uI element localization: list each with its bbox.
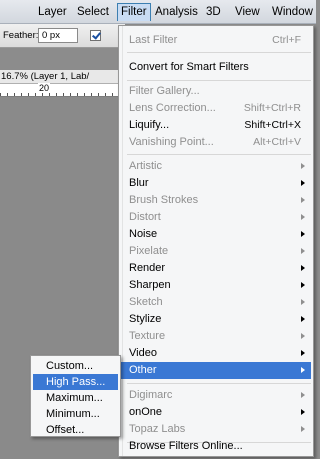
menu-item-label: Pixelate — [129, 245, 169, 257]
menu-item-onone[interactable]: onOne — [121, 404, 311, 421]
menu-item-label: Artistic — [129, 160, 162, 172]
menu-item-sketch: Sketch — [121, 294, 311, 311]
menu-item-distort: Distort — [121, 209, 311, 226]
menu-3d[interactable]: 3D — [206, 3, 221, 21]
submenu-item-high-pass[interactable]: High Pass... — [33, 374, 118, 390]
menu-item-liquify[interactable]: Liquify... Shift+Ctrl+X — [121, 117, 311, 134]
submenu-arrow-icon — [301, 333, 305, 339]
separator — [127, 52, 311, 53]
shortcut-label: Shift+Ctrl+R — [243, 102, 301, 114]
horizontal-ruler: 20 — [0, 83, 125, 97]
separator — [127, 154, 311, 155]
submenu-arrow-icon — [301, 231, 305, 237]
menu-item-artistic: Artistic — [121, 158, 311, 175]
menu-window[interactable]: Window — [272, 3, 313, 21]
menu-item-label: Sharpen — [129, 279, 171, 291]
menu-item-noise[interactable]: Noise — [121, 226, 311, 243]
menu-item-last-filter: Last Filter Ctrl+F — [121, 32, 311, 49]
menu-item-label: Render — [129, 262, 166, 274]
menu-item-label: Texture — [129, 330, 166, 342]
menu-item-label: Last Filter — [129, 34, 178, 46]
submenu-arrow-icon — [301, 265, 305, 271]
menu-item-label: Stylize — [129, 313, 162, 325]
menu-item-label: Brush Strokes — [129, 194, 199, 206]
menu-item-label: Video — [129, 347, 157, 359]
menu-item-topaz-labs: Topaz Labs — [121, 421, 311, 438]
menu-item-convert-smart-filters[interactable]: Convert for Smart Filters — [121, 59, 311, 76]
menu-item-texture: Texture — [121, 328, 311, 345]
menu-item-filter-gallery: Filter Gallery... — [129, 85, 200, 97]
submenu-arrow-icon — [301, 316, 305, 322]
shortcut-label: Alt+Ctrl+V — [253, 136, 301, 148]
shortcut-label: Shift+Ctrl+X — [244, 119, 301, 131]
menu-filter[interactable]: Filter — [117, 3, 151, 21]
document-tab-title: 16.7% (Layer 1, Lab/ — [1, 71, 90, 82]
submenu-arrow-icon — [301, 214, 305, 220]
menu-analysis[interactable]: Analysis — [155, 3, 198, 21]
separator — [127, 383, 311, 384]
menu-item-stylize[interactable]: Stylize — [121, 311, 311, 328]
menu-item-label: Sketch — [129, 296, 163, 308]
anti-alias-checkbox[interactable] — [90, 30, 101, 41]
other-submenu: Custom... High Pass... Maximum... Minimu… — [30, 355, 121, 437]
submenu-arrow-icon — [301, 282, 305, 288]
menu-item-pixelate: Pixelate — [121, 243, 311, 260]
submenu-arrow-icon — [301, 163, 305, 169]
shortcut-label: Ctrl+F — [272, 34, 301, 46]
menu-item-label: Digimarc — [129, 389, 173, 401]
menu-item-digimarc: Digimarc — [121, 387, 311, 404]
menu-select[interactable]: Select — [77, 3, 109, 21]
submenu-arrow-icon — [301, 367, 305, 373]
menu-item-label: Blur — [129, 177, 149, 189]
menu-item-label: Vanishing Point... — [129, 136, 214, 148]
submenu-item-maximum[interactable]: Maximum... — [33, 390, 118, 406]
menu-item-label: Lens Correction... — [129, 102, 216, 114]
menu-item-render[interactable]: Render — [121, 260, 311, 277]
menu-item-vanishing-point: Vanishing Point... Alt+Ctrl+V — [121, 134, 311, 151]
menu-item-brush-strokes: Brush Strokes — [121, 192, 311, 209]
feather-input[interactable]: 0 px — [38, 28, 78, 43]
submenu-arrow-icon — [301, 392, 305, 398]
menu-item-sharpen[interactable]: Sharpen — [121, 277, 311, 294]
menu-item-label: Distort — [129, 211, 161, 223]
menu-item-label: Noise — [129, 228, 158, 240]
menu-item-label: Other — [129, 364, 157, 376]
document-tab[interactable]: 16.7% (Layer 1, Lab/ — [0, 70, 125, 84]
submenu-arrow-icon — [301, 350, 305, 356]
menu-item-label: Liquify... — [129, 119, 170, 131]
submenu-arrow-icon — [301, 426, 305, 432]
menu-bar: Layer Select Filter Analysis 3D View Win… — [0, 0, 316, 24]
submenu-arrow-icon — [301, 409, 305, 415]
feather-label: Feather: — [3, 30, 39, 41]
ruler-label: 20 — [38, 83, 51, 93]
submenu-item-minimum[interactable]: Minimum... — [33, 406, 118, 422]
submenu-arrow-icon — [301, 197, 305, 203]
menu-item-label: Topaz Labs — [129, 423, 186, 435]
menu-item-browse-filters-online[interactable]: Browse Filters Online... — [121, 438, 311, 455]
submenu-item-offset[interactable]: Offset... — [33, 422, 118, 438]
submenu-arrow-icon — [301, 299, 305, 305]
submenu-arrow-icon — [301, 248, 305, 254]
menu-item-label: onOne — [129, 406, 163, 418]
menu-item-blur[interactable]: Blur — [121, 175, 311, 192]
options-bar: Feather: 0 px — [0, 24, 125, 48]
menu-layer[interactable]: Layer — [38, 3, 67, 21]
separator — [127, 80, 311, 81]
submenu-arrow-icon — [301, 180, 305, 186]
submenu-item-custom[interactable]: Custom... — [33, 358, 118, 374]
menu-item-video[interactable]: Video — [121, 345, 311, 362]
menu-view[interactable]: View — [235, 3, 260, 21]
menu-item-other[interactable]: Other — [121, 362, 311, 379]
menu-item-lens-correction: Lens Correction... Shift+Ctrl+R — [121, 100, 311, 117]
filter-menu: Last Filter Ctrl+F Convert for Smart Fil… — [118, 25, 314, 457]
